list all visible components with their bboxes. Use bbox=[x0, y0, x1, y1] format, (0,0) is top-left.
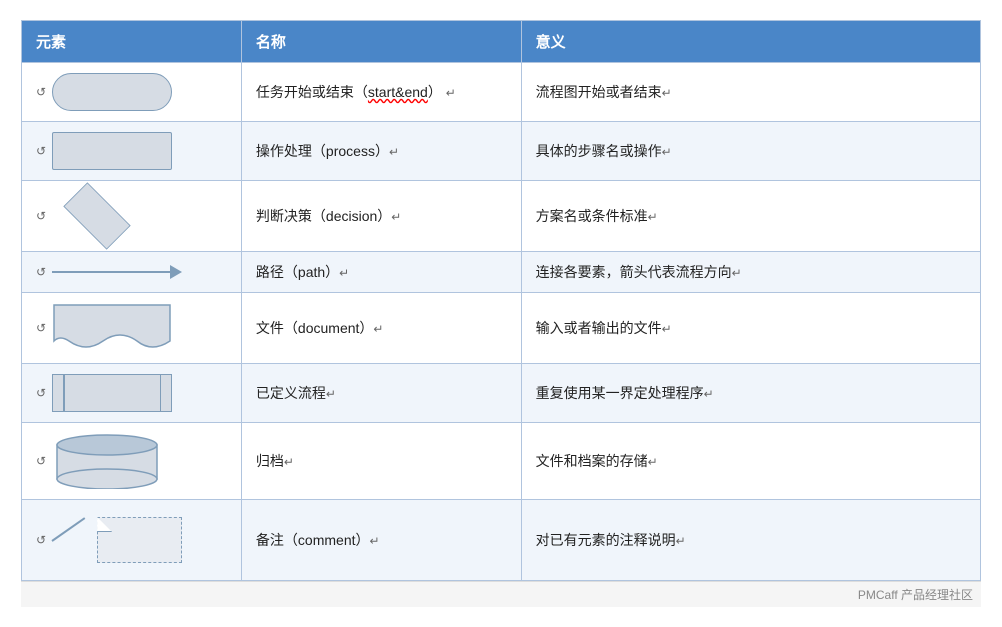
meaning-cell-3: 方案名或条件标准↵ bbox=[521, 181, 980, 252]
meaning-cell-2: 具体的步骤名或操作↵ bbox=[521, 122, 980, 181]
name-cell-4: 路径（path）↵ bbox=[241, 252, 521, 293]
table-row: ↺ 已定义流程↵ 重复使用某一界定处理程序↵ bbox=[22, 364, 981, 423]
name-cell-8: 备注（comment）↵ bbox=[241, 500, 521, 581]
header-name: 名称 bbox=[241, 21, 521, 63]
table-row: ↺ 归档↵ 文件和档案的存储↵ bbox=[22, 423, 981, 500]
shape-document-svg bbox=[52, 303, 172, 353]
note-icon-1: ↺ bbox=[36, 85, 46, 99]
header-meaning: 意义 bbox=[521, 21, 980, 63]
name-cell-5: 文件（document）↵ bbox=[241, 293, 521, 364]
table-row: ↺ 路径（path）↵ 连接各要素，箭头代表流程方向↵ bbox=[22, 252, 981, 293]
table-row: ↺ 备注（comment）↵ 对已有元素的注释说明↵ bbox=[22, 500, 981, 581]
meaning-cell-5: 输入或者输出的文件↵ bbox=[521, 293, 980, 364]
header-element: 元素 bbox=[22, 21, 242, 63]
footnote: PMCaff 产品经理社区 bbox=[21, 581, 981, 607]
element-cell-8: ↺ bbox=[22, 500, 242, 581]
meaning-cell-7: 文件和档案的存储↵ bbox=[521, 423, 980, 500]
shape-process-rect bbox=[52, 132, 172, 170]
flowchart-elements-table: 元素 名称 意义 ↺ 任务开始或结束（start&end） ↵ bbox=[21, 20, 981, 581]
meaning-cell-6: 重复使用某一界定处理程序↵ bbox=[521, 364, 980, 423]
shape-cylinder-svg bbox=[52, 433, 162, 489]
table-row: ↺ 文件（document）↵ 输入或者输出的文件↵ bbox=[22, 293, 981, 364]
element-cell-2: ↺ bbox=[22, 122, 242, 181]
shape-predefined-process bbox=[52, 374, 172, 412]
shape-path-arrow bbox=[52, 265, 182, 279]
element-cell-4: ↺ bbox=[22, 252, 242, 293]
shape-comment bbox=[52, 510, 182, 570]
note-icon-6: ↺ bbox=[36, 386, 46, 400]
note-icon-3: ↺ bbox=[36, 209, 46, 223]
start-end-text: start&end bbox=[368, 84, 428, 100]
name-cell-2: 操作处理（process）↵ bbox=[241, 122, 521, 181]
meaning-cell-8: 对已有元素的注释说明↵ bbox=[521, 500, 980, 581]
table-row: ↺ 任务开始或结束（start&end） ↵ 流程图开始或者结束↵ bbox=[22, 63, 981, 122]
element-cell-1: ↺ bbox=[22, 63, 242, 122]
name-cell-6: 已定义流程↵ bbox=[241, 364, 521, 423]
shape-decision-diamond bbox=[63, 182, 130, 249]
shape-diamond-wrap bbox=[52, 191, 142, 241]
note-icon-8: ↺ bbox=[36, 533, 46, 547]
name-cell-7: 归档↵ bbox=[241, 423, 521, 500]
note-icon-4: ↺ bbox=[36, 265, 46, 279]
element-cell-3: ↺ bbox=[22, 181, 242, 252]
name-cell-1: 任务开始或结束（start&end） ↵ bbox=[241, 63, 521, 122]
meaning-cell-4: 连接各要素，箭头代表流程方向↵ bbox=[521, 252, 980, 293]
table-row: ↺ 操作处理（process）↵ 具体的步骤名或操作↵ bbox=[22, 122, 981, 181]
shape-rounded-rect bbox=[52, 73, 172, 111]
element-cell-5: ↺ bbox=[22, 293, 242, 364]
note-icon-2: ↺ bbox=[36, 144, 46, 158]
note-icon-5: ↺ bbox=[36, 321, 46, 335]
meaning-cell-1: 流程图开始或者结束↵ bbox=[521, 63, 980, 122]
note-icon-7: ↺ bbox=[36, 454, 46, 468]
element-cell-7: ↺ bbox=[22, 423, 242, 500]
element-cell-6: ↺ bbox=[22, 364, 242, 423]
table-row: ↺ 判断决策（decision）↵ 方案名或条件标准↵ bbox=[22, 181, 981, 252]
name-cell-3: 判断决策（decision）↵ bbox=[241, 181, 521, 252]
